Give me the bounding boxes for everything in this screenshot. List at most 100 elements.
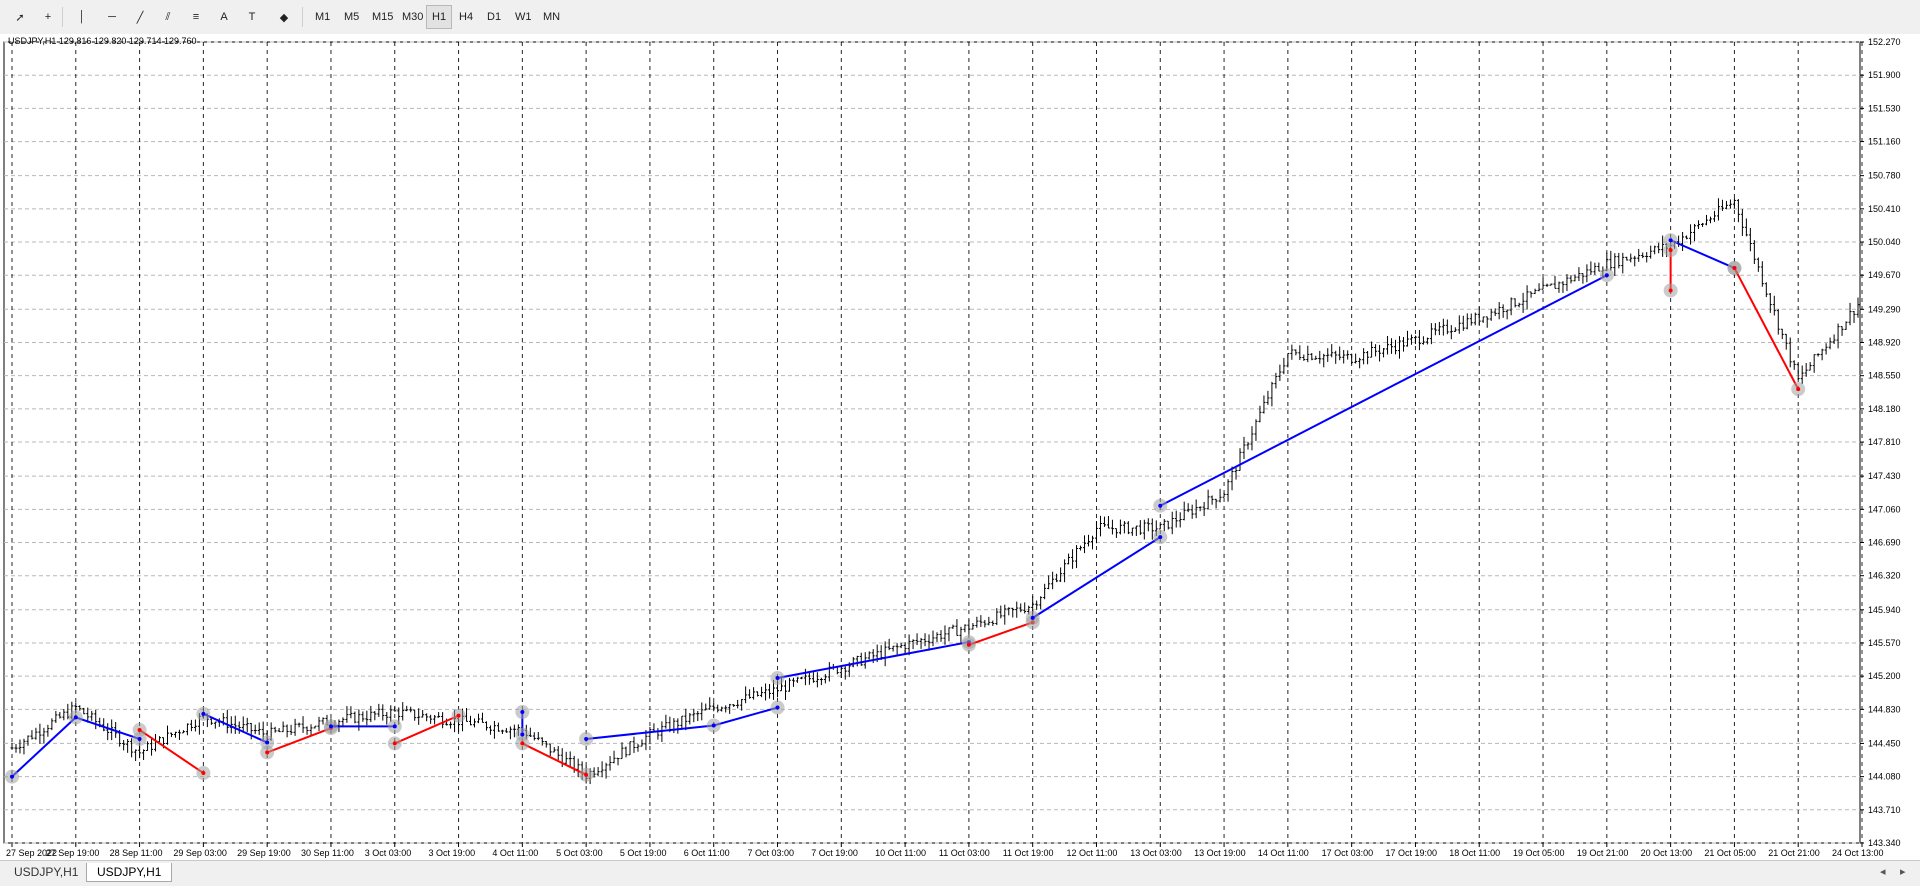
- y-tick-label: 149.670: [1868, 270, 1901, 280]
- x-tick-label: 4 Oct 11:00: [492, 848, 538, 858]
- x-tick-label: 3 Oct 19:00: [429, 848, 476, 858]
- x-tick-label: 19 Oct 05:00: [1513, 848, 1565, 858]
- toolbar: ➚ + │ ─ ╱ ⫽ ≡ A T ◆ M1 M5 M15 M30 H1 H4 D1 W1 MN: [0, 0, 1920, 35]
- zigzag-point: [1732, 266, 1737, 271]
- channel-icon[interactable]: ⫽: [156, 5, 180, 29]
- timeframe-m1-button[interactable]: M1: [310, 5, 335, 29]
- y-tick-label: 145.570: [1868, 638, 1901, 648]
- chart-tab-2[interactable]: USDJPY,H1: [86, 863, 173, 882]
- y-tick-label: 152.270: [1868, 37, 1901, 47]
- y-tick-label: 147.060: [1868, 504, 1901, 514]
- zigzag-point: [265, 740, 270, 745]
- y-tick-label: 146.690: [1868, 538, 1901, 548]
- zigzag-point: [456, 713, 461, 718]
- x-tick-label: 12 Oct 11:00: [1066, 848, 1117, 858]
- x-tick-label: 17 Oct 03:00: [1322, 848, 1374, 858]
- timeframe-d1-button[interactable]: D1: [482, 5, 506, 29]
- x-tick-label: 10 Oct 11:00: [875, 848, 926, 858]
- toolbar-separator: [302, 7, 303, 27]
- shapes-icon[interactable]: ◆: [272, 5, 296, 29]
- zigzag-point: [201, 711, 206, 716]
- y-tick-label: 150.410: [1868, 204, 1901, 214]
- zigzag-point: [1604, 273, 1609, 278]
- timeframe-m30-button[interactable]: M30: [397, 5, 428, 29]
- y-tick-label: 148.550: [1868, 371, 1901, 381]
- timeframe-mn-button[interactable]: MN: [538, 5, 565, 29]
- zigzag-point: [137, 727, 142, 732]
- x-tick-label: 19 Oct 21:00: [1577, 848, 1629, 858]
- y-tick-label: 145.940: [1868, 605, 1901, 615]
- zigzag-point: [1668, 288, 1673, 293]
- x-tick-label: 14 Oct 11:00: [1258, 848, 1309, 858]
- x-tick-label: 13 Oct 03:00: [1130, 848, 1182, 858]
- zigzag-point: [711, 723, 716, 728]
- y-tick-label: 151.530: [1868, 103, 1901, 113]
- y-tick-label: 151.160: [1868, 137, 1901, 147]
- x-tick-label: 21 Oct 05:00: [1704, 848, 1756, 858]
- zigzag-point: [775, 705, 780, 710]
- y-tick-label: 151.900: [1868, 70, 1901, 80]
- y-tick-label: 150.040: [1868, 237, 1901, 247]
- zigzag-point: [328, 724, 333, 729]
- y-tick-label: 147.810: [1868, 437, 1901, 447]
- timeframe-m5-button[interactable]: M5: [339, 5, 364, 29]
- text-icon[interactable]: A: [212, 5, 236, 29]
- x-tick-label: 6 Oct 11:00: [684, 848, 730, 858]
- timeframe-m15-button[interactable]: M15: [367, 5, 398, 29]
- cursor-icon[interactable]: ➚: [8, 5, 32, 29]
- y-tick-label: 144.450: [1868, 738, 1901, 748]
- timeframe-h1-button[interactable]: H1: [426, 5, 453, 29]
- x-tick-label: 29 Sep 19:00: [237, 848, 291, 858]
- y-tick-label: 143.710: [1868, 805, 1901, 815]
- x-tick-label: 11 Oct 03:00: [939, 848, 990, 858]
- zigzag-point: [966, 642, 971, 647]
- zigzag-point: [1158, 503, 1163, 508]
- x-tick-label: 13 Oct 19:00: [1194, 848, 1246, 858]
- vertical-line-icon[interactable]: │: [70, 5, 94, 29]
- x-tick-label: 7 Oct 03:00: [748, 848, 795, 858]
- horizontal-line-icon[interactable]: ─: [100, 5, 124, 29]
- zigzag-point: [1158, 535, 1163, 540]
- x-tick-label: 5 Oct 19:00: [620, 848, 667, 858]
- y-tick-label: 150.780: [1868, 171, 1901, 181]
- y-tick-label: 144.080: [1868, 772, 1901, 782]
- zigzag-point: [1668, 238, 1673, 243]
- zigzag-point: [265, 750, 270, 755]
- y-tick-label: 147.430: [1868, 471, 1901, 481]
- x-tick-label: 5 Oct 03:00: [556, 848, 603, 858]
- x-tick-label: 17 Oct 19:00: [1385, 848, 1437, 858]
- zigzag-point: [201, 771, 206, 776]
- tab-scroll-right-icon[interactable]: ▸: [1900, 865, 1906, 878]
- price-chart[interactable]: 152.270 151.900 151.530 151.160 150.780 150.4…: [0, 34, 1920, 860]
- x-tick-label: 3 Oct 03:00: [365, 848, 412, 858]
- zigzag-point: [520, 732, 525, 737]
- timeframe-h4-button[interactable]: H4: [454, 5, 478, 29]
- x-tick-label: 18 Oct 11:00: [1449, 848, 1500, 858]
- zigzag-point: [392, 741, 397, 746]
- toolbar-separator: [62, 7, 63, 27]
- y-tick-label: 146.320: [1868, 571, 1901, 581]
- zigzag-point: [520, 710, 525, 715]
- chart-tab-1[interactable]: USDJPY,H1: [4, 863, 88, 882]
- x-tick-label: 7 Oct 19:00: [811, 848, 858, 858]
- y-tick-label: 148.920: [1868, 337, 1901, 347]
- y-tick-label: 149.290: [1868, 304, 1901, 314]
- zigzag-point: [73, 715, 78, 720]
- zigzag-point: [10, 774, 14, 779]
- x-tick-label: 29 Sep 03:00: [173, 848, 227, 858]
- zigzag-point: [392, 724, 397, 729]
- tab-scroll-left-icon[interactable]: ◂: [1880, 865, 1886, 878]
- x-tick-label: 21 Oct 21:00: [1768, 848, 1820, 858]
- trendline-icon[interactable]: ╱: [128, 5, 152, 29]
- x-tick-label: 27 Sep 19:00: [46, 848, 100, 858]
- timeframe-w1-button[interactable]: W1: [510, 5, 537, 29]
- zigzag-point: [584, 772, 589, 777]
- chart-window[interactable]: 152.270 151.900 151.530 151.160 150.780 150.4…: [0, 34, 1920, 860]
- fibonacci-icon[interactable]: ≡: [184, 5, 208, 29]
- label-icon[interactable]: T: [240, 5, 264, 29]
- y-tick-label: 148.180: [1868, 404, 1901, 414]
- x-tick-label: 20 Oct 13:00: [1641, 848, 1693, 858]
- crosshair-icon[interactable]: +: [36, 5, 60, 29]
- zigzag-point: [520, 741, 525, 746]
- zigzag-point: [1796, 387, 1801, 392]
